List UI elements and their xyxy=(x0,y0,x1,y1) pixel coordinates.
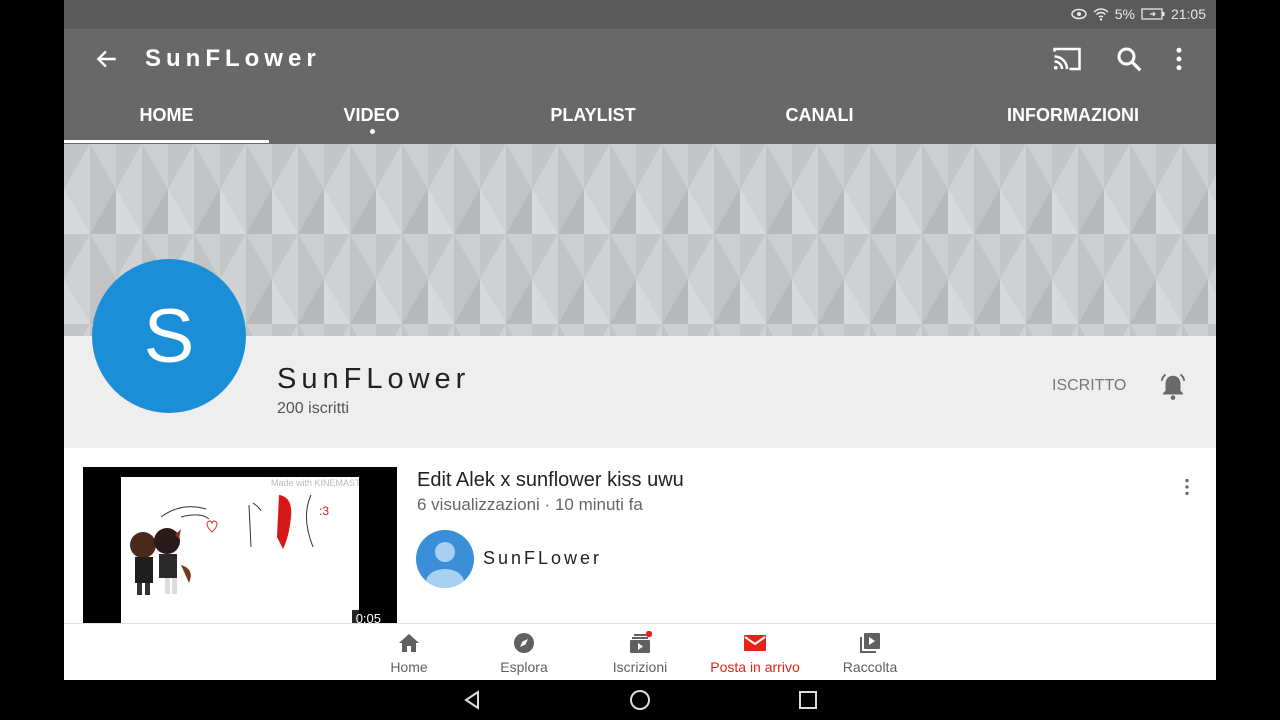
nav-explore[interactable]: Esplora xyxy=(469,624,579,681)
nav-label: Iscrizioni xyxy=(612,659,668,675)
video-thumbnail[interactable]: Made with KINEMASTER :3 xyxy=(83,467,397,625)
tab-label: PLAYLIST xyxy=(550,104,636,125)
clock: 21:05 xyxy=(1170,6,1206,22)
channel-tabs: HOME VIDEO PLAYLIST CANALI INFORMAZIONI xyxy=(64,86,1216,144)
library-icon xyxy=(860,633,880,653)
video-title[interactable]: Edit Alek x sunflower kiss uwu xyxy=(417,469,684,492)
tab-label: VIDEO xyxy=(343,104,400,125)
tab-home[interactable]: HOME xyxy=(64,86,269,144)
nav-library[interactable]: Raccolta xyxy=(815,624,925,681)
subscriber-count: 200 iscritti xyxy=(277,400,350,417)
eye-comfort-icon xyxy=(1070,8,1087,20)
nav-label: Raccolta xyxy=(842,659,898,675)
video-meta: 6 visualizzazioni · 10 minuti fa xyxy=(417,495,643,514)
app-bar-title: SunFLower xyxy=(145,45,321,72)
inbox-icon xyxy=(744,635,766,651)
thumbnail-frame: Made with KINEMASTER :3 xyxy=(121,477,374,625)
default-user-icon xyxy=(426,542,464,588)
video-channel-avatar[interactable] xyxy=(416,530,474,588)
bottom-navigation: Home Esplora Iscrizioni Posta in arrivo … xyxy=(64,623,1216,680)
thumbnail-drawing: Made with KINEMASTER :3 xyxy=(130,478,374,595)
active-tab-indicator xyxy=(64,140,269,143)
compass-icon xyxy=(514,633,534,653)
tab-informazioni[interactable]: INFORMAZIONI xyxy=(944,86,1202,144)
battery-icon xyxy=(1141,8,1165,20)
nav-label: Posta in arrivo xyxy=(710,659,800,675)
tab-video[interactable]: VIDEO xyxy=(269,86,474,144)
tab-label: INFORMAZIONI xyxy=(1007,104,1139,125)
system-navigation-bar xyxy=(64,680,1216,720)
nav-subscriptions[interactable]: Iscrizioni xyxy=(585,624,695,681)
cast-icon[interactable] xyxy=(1052,44,1082,74)
tab-playlist[interactable]: PLAYLIST xyxy=(474,86,712,144)
battery-percent: 5% xyxy=(1114,6,1135,22)
system-home-icon[interactable] xyxy=(628,688,652,712)
more-options-icon[interactable] xyxy=(1164,44,1194,74)
channel-name: SunFLower xyxy=(277,363,471,395)
status-bar: 5% 21:05 xyxy=(64,0,1216,29)
system-recents-icon[interactable] xyxy=(796,688,820,712)
search-icon[interactable] xyxy=(1114,44,1144,74)
back-arrow-icon[interactable] xyxy=(94,46,120,72)
tab-canali[interactable]: CANALI xyxy=(712,86,927,144)
nav-label: Esplora xyxy=(500,659,548,675)
video-list-item: Made with KINEMASTER :3 xyxy=(64,448,1216,625)
video-channel-name[interactable]: SunFLower xyxy=(483,548,602,569)
nav-label: Home xyxy=(390,659,428,675)
notification-bell-icon[interactable] xyxy=(1158,372,1188,402)
video-more-options-icon[interactable] xyxy=(1176,476,1198,498)
thumbnail-drawn-text: :3 xyxy=(319,504,329,518)
new-content-dot xyxy=(369,129,375,134)
home-icon xyxy=(399,634,419,652)
channel-avatar[interactable]: S xyxy=(92,259,246,413)
app-screen: 5% 21:05 SunFLower HOME VIDEO PLAYLIST C… xyxy=(64,0,1216,720)
nav-home[interactable]: Home xyxy=(354,624,464,681)
app-bar: SunFLower xyxy=(64,29,1216,86)
system-back-icon[interactable] xyxy=(460,688,484,712)
thumbnail-watermark: Made with KINEMASTER xyxy=(271,478,359,488)
tab-label: CANALI xyxy=(785,104,854,125)
subscribed-button[interactable]: ISCRITTO xyxy=(1052,377,1126,395)
subscriptions-icon xyxy=(630,631,652,653)
wifi-icon xyxy=(1093,7,1109,21)
tab-label: HOME xyxy=(139,104,194,125)
nav-inbox[interactable]: Posta in arrivo xyxy=(700,624,810,681)
